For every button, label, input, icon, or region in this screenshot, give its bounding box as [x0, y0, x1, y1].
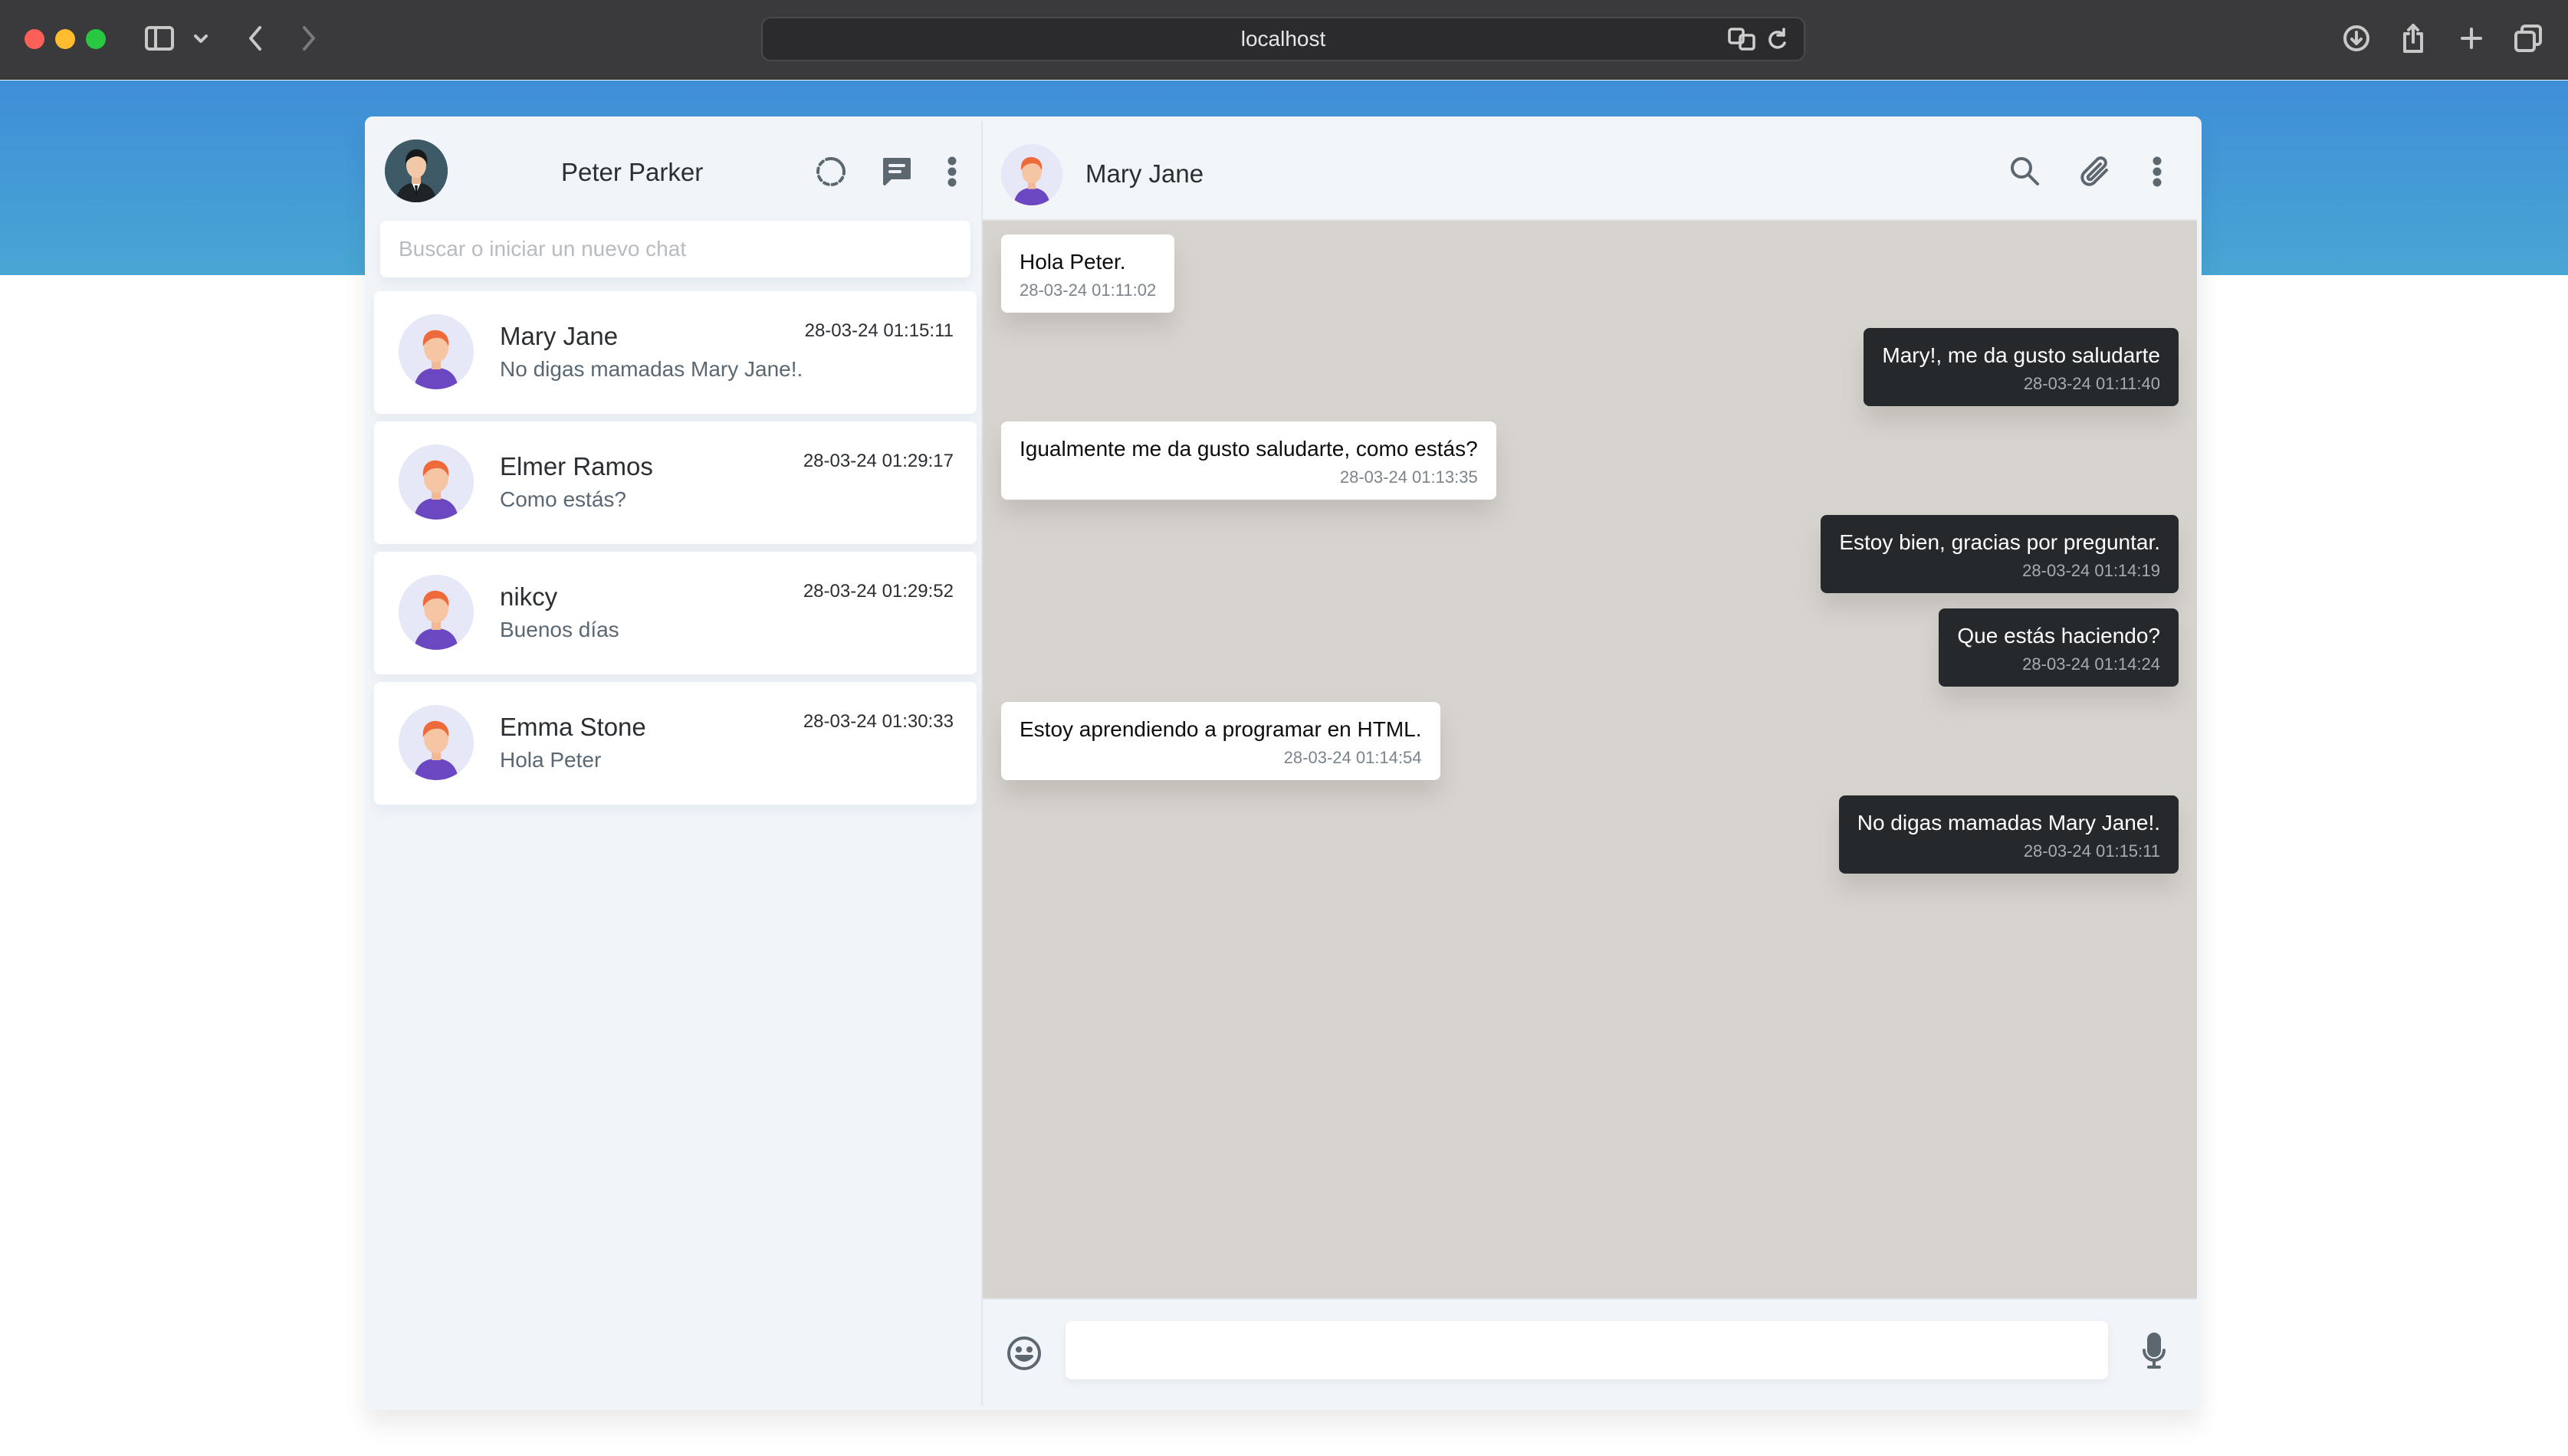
- message-icon[interactable]: [880, 155, 914, 192]
- chat-list-item[interactable]: Elmer Ramos Como estás? 28-03-24 01:29:1…: [374, 421, 977, 544]
- sidebar-header: Peter Parker: [369, 121, 981, 221]
- chat-list: Mary Jane No digas mamadas Mary Jane!. 2…: [369, 277, 981, 805]
- conversation-panel: Mary Jane Hola Peter. 28-03-24 01:11:02 …: [983, 121, 2197, 1405]
- search-icon[interactable]: [2008, 155, 2041, 192]
- more-vertical-icon[interactable]: [946, 155, 958, 192]
- contact-avatar: [399, 444, 474, 520]
- message-time: 28-03-24 01:15:11: [2023, 841, 2160, 861]
- message-text: Hola Peter.: [1020, 250, 1126, 274]
- chat-timestamp: 28-03-24 01:30:33: [803, 711, 954, 732]
- user-avatar[interactable]: [385, 139, 448, 202]
- translate-icon[interactable]: [1727, 26, 1758, 56]
- chat-last-message: Hola Peter: [500, 748, 602, 772]
- message-input[interactable]: [1066, 1321, 2108, 1379]
- maximize-window-button[interactable]: [86, 29, 106, 49]
- chat-app: Peter Parker Mary Jane: [365, 116, 2202, 1410]
- chat-contact-name: Elmer Ramos: [500, 452, 653, 480]
- refresh-icon[interactable]: [814, 155, 848, 192]
- microphone-icon[interactable]: [2140, 1332, 2168, 1376]
- new-tab-icon[interactable]: [2456, 20, 2487, 57]
- message-text: Que estás haciendo?: [1957, 624, 2160, 648]
- close-window-button[interactable]: [25, 29, 44, 49]
- back-arrow-icon[interactable]: [244, 20, 267, 57]
- chat-list-item[interactable]: Emma Stone Hola Peter 28-03-24 01:30:33: [374, 682, 977, 805]
- chat-last-message: Buenos días: [500, 618, 619, 641]
- message-text: No digas mamadas Mary Jane!.: [1857, 811, 2160, 835]
- chat-timestamp: 28-03-24 01:29:52: [803, 581, 954, 602]
- message-text: Igualmente me da gusto saludarte, como e…: [1020, 437, 1478, 461]
- message-time: 28-03-24 01:14:19: [2022, 561, 2160, 580]
- chat-list-item[interactable]: Mary Jane No digas mamadas Mary Jane!. 2…: [374, 291, 977, 414]
- message-time: 28-03-24 01:13:35: [1339, 467, 1478, 487]
- contact-avatar: [399, 314, 474, 389]
- chat-last-message: No digas mamadas Mary Jane!.: [500, 357, 803, 381]
- tab-overview-icon[interactable]: [2513, 20, 2543, 57]
- message-time: 28-03-24 01:11:02: [1020, 280, 1157, 300]
- outgoing-message: Que estás haciendo? 28-03-24 01:14:24: [1939, 608, 2179, 687]
- sidebar-toggle-icon[interactable]: [143, 20, 176, 57]
- incoming-message: Hola Peter. 28-03-24 01:11:02: [1001, 234, 1175, 313]
- incoming-message: Estoy aprendiendo a programar en HTML. 2…: [1001, 702, 1440, 780]
- minimize-window-button[interactable]: [55, 29, 75, 49]
- message-time: 28-03-24 01:14:54: [1283, 748, 1422, 767]
- sidebar: Peter Parker Mary Jane: [369, 121, 983, 1405]
- message-composer: [983, 1298, 2197, 1405]
- contact-avatar[interactable]: [1001, 144, 1062, 205]
- outgoing-message: Mary!, me da gusto saludarte 28-03-24 01…: [1864, 328, 2179, 406]
- address-bar[interactable]: localhost: [761, 17, 1805, 61]
- chevron-down-icon[interactable]: [192, 20, 210, 57]
- message-text: Mary!, me da gusto saludarte: [1882, 343, 2160, 367]
- conversation-header: Mary Jane: [983, 121, 2197, 221]
- outgoing-message: Estoy bien, gracias por preguntar. 28-03…: [1821, 515, 2179, 593]
- chat-list-item[interactable]: nikcy Buenos días 28-03-24 01:29:52: [374, 552, 977, 674]
- chat-timestamp: 28-03-24 01:29:17: [803, 451, 954, 471]
- message-time: 28-03-24 01:14:24: [2022, 654, 2160, 674]
- message-text: Estoy aprendiendo a programar en HTML.: [1020, 717, 1422, 741]
- download-icon[interactable]: [2341, 20, 2372, 57]
- user-name: Peter Parker: [561, 158, 704, 186]
- browser-toolbar: localhost: [0, 0, 2568, 80]
- reload-icon[interactable]: [1765, 26, 1788, 56]
- chat-timestamp: 28-03-24 01:15:11: [804, 320, 954, 341]
- conversation-title: Mary Jane: [1085, 159, 1204, 188]
- more-vertical-icon[interactable]: [2151, 155, 2163, 192]
- chat-contact-name: nikcy: [500, 582, 558, 611]
- emoji-icon[interactable]: [1006, 1335, 1043, 1376]
- incoming-message: Igualmente me da gusto saludarte, como e…: [1001, 421, 1496, 500]
- forward-arrow-icon[interactable]: [297, 20, 320, 57]
- outgoing-message: No digas mamadas Mary Jane!. 28-03-24 01…: [1838, 795, 2179, 874]
- contact-avatar: [399, 705, 474, 780]
- share-icon[interactable]: [2398, 20, 2428, 57]
- chat-last-message: Como estás?: [500, 487, 626, 511]
- url-text: localhost: [1240, 27, 1326, 51]
- contact-avatar: [399, 575, 474, 650]
- search-input[interactable]: [380, 221, 970, 277]
- message-time: 28-03-24 01:11:40: [2023, 374, 2160, 393]
- message-text: Estoy bien, gracias por preguntar.: [1839, 530, 2160, 554]
- chat-contact-name: Emma Stone: [500, 713, 646, 741]
- message-list: Hola Peter. 28-03-24 01:11:02 Mary!, me …: [983, 222, 2197, 1303]
- paperclip-icon[interactable]: [2079, 155, 2113, 192]
- chat-contact-name: Mary Jane: [500, 322, 619, 350]
